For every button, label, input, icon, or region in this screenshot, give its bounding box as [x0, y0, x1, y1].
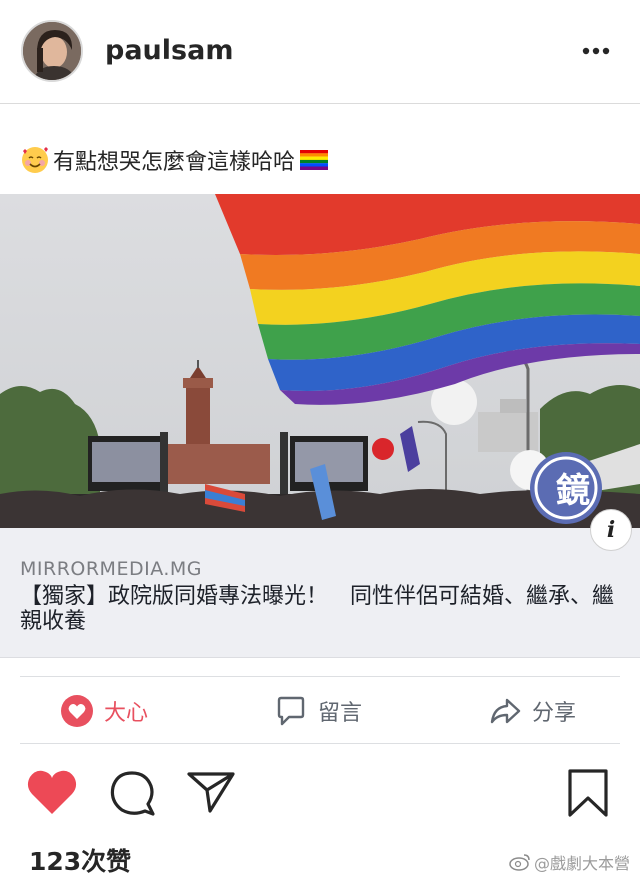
- caption-text: 有點想哭怎麼會這樣哈哈: [53, 150, 296, 175]
- avatar[interactable]: [21, 20, 83, 82]
- love-label: 大心: [104, 701, 149, 726]
- weibo-logo-icon: [509, 854, 530, 871]
- article-photo: 鏡: [0, 194, 640, 528]
- username[interactable]: paulsam: [105, 35, 233, 66]
- post-header: paulsam: [0, 0, 640, 104]
- fb-comment-button[interactable]: 留言: [274, 677, 362, 745]
- smiling-face-with-hearts-icon: [22, 147, 48, 173]
- love-reaction-icon: [61, 695, 93, 727]
- love-reaction-button[interactable]: 大心: [60, 677, 148, 745]
- weibo-watermark: @戲劇大本營: [509, 850, 630, 874]
- comment-icon[interactable]: [108, 770, 156, 818]
- link-preview-card[interactable]: 鏡 i MIRRORMEDIA.MG 【獨家】政院版同婚專法曝光！ 同性伴侶可結…: [0, 194, 640, 658]
- speech-bubble-icon: [277, 696, 305, 726]
- card-domain: MIRRORMEDIA.MG: [20, 558, 203, 580]
- share-arrow-icon: [490, 698, 521, 724]
- heart-icon[interactable]: [26, 768, 78, 816]
- card-title[interactable]: 【獨家】政院版同婚專法曝光！ 同性伴侶可結婚、繼承、繼親收養: [20, 584, 620, 634]
- likes-count[interactable]: 123次赞: [29, 842, 131, 878]
- post-caption: 有點想哭怎麼會這樣哈哈: [20, 144, 329, 176]
- watermark-text: @戲劇大本營: [533, 854, 630, 873]
- fb-share-button[interactable]: 分享: [488, 677, 576, 745]
- comment-label: 留言: [318, 701, 363, 726]
- more-icon[interactable]: [578, 30, 618, 70]
- send-icon[interactable]: [186, 770, 236, 814]
- fb-action-bar: 大心 留言 分享: [20, 676, 620, 744]
- rainbow-flag-icon: [300, 150, 329, 170]
- bookmark-icon[interactable]: [566, 768, 610, 818]
- share-label: 分享: [532, 701, 577, 726]
- info-icon[interactable]: i: [590, 509, 632, 551]
- svg-text:鏡: 鏡: [556, 471, 590, 511]
